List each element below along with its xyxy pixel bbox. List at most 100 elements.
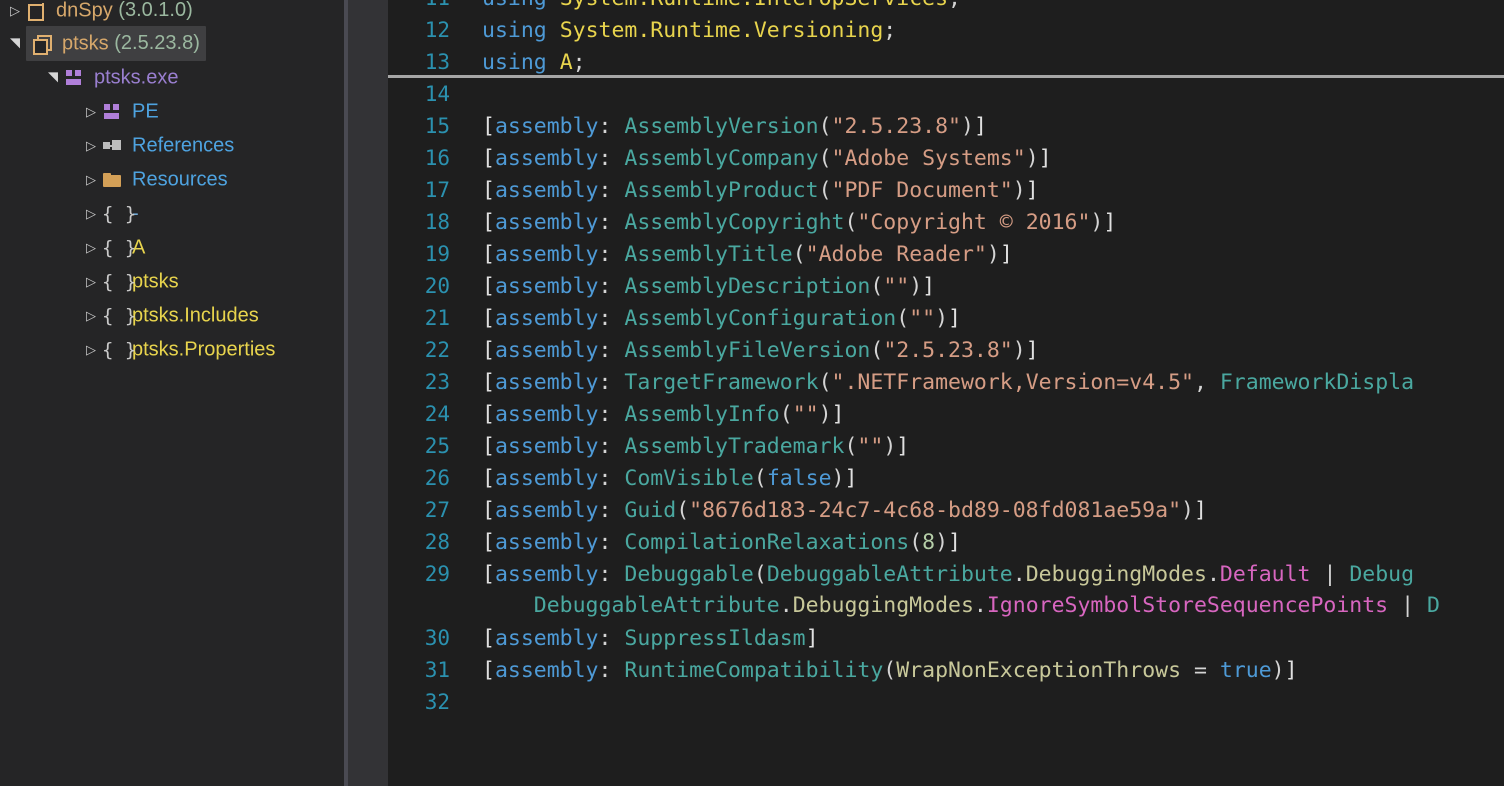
tree-item-ns-default[interactable]: { }- [0,196,344,230]
line-number: 16 [424,146,450,170]
line-number: 18 [424,210,450,234]
code-line[interactable]: 28 [assembly: CompilationRelaxations(8)] [388,526,1504,558]
code-line-text: DebuggableAttribute.DebuggingModes.Ignor… [533,593,1440,618]
line-number: 20 [424,274,450,298]
line-number: 28 [424,530,450,554]
code-line[interactable]: 30 [assembly: SuppressIldasm] [388,622,1504,654]
tree-item-version: (3.0.1.0) [118,0,193,21]
tree-item-label: References [132,134,235,157]
line-number: 22 [424,338,450,362]
code-line[interactable]: 31 [assembly: RuntimeCompatibility(WrapNo… [388,654,1504,686]
code-line[interactable]: 21 [assembly: AssemblyConfiguration("")] [388,302,1504,334]
module-icon [102,102,128,122]
code-line-text: [assembly: AssemblyTitle("Adobe Reader")… [482,242,1013,267]
code-line-text: [assembly: AssemblyDescription("")] [482,274,936,299]
code-line[interactable]: 22 [assembly: AssemblyFileVersion("2.5.23… [388,334,1504,366]
code-line[interactable]: 26 [assembly: ComVisible(false)] [388,462,1504,494]
line-number: 26 [424,466,450,490]
tree-item-pe[interactable]: PE [0,94,344,128]
code-line-wrapped[interactable]: DebuggableAttribute.DebuggingModes.Ignor… [388,590,1504,622]
line-number: 31 [424,658,450,682]
code-line-text: [assembly: AssemblyVersion("2.5.23.8")] [482,114,987,139]
line-number: 19 [424,242,450,266]
tree-item-references[interactable]: References [0,128,344,162]
tree-item-ns-a[interactable]: { }A [0,230,344,264]
tree-item-ptsks-exe-module[interactable]: ptsks.exe [0,60,344,94]
tree-scrollbar-thumb[interactable] [344,0,348,786]
tree-expander-dnspy-root[interactable] [4,1,26,21]
tree-item-selection: ptsks (2.5.23.8) [26,26,206,61]
namespace-icon: { } [102,270,137,293]
line-number: 15 [424,114,450,138]
editor-left-margin [348,0,388,786]
tree-item-dnspy-root[interactable]: dnSpy (3.0.1.0) [0,0,344,26]
namespace-icon: { } [102,236,137,259]
code-line[interactable]: 27 [assembly: Guid("8676d183-24c7-4c68-bd… [388,494,1504,526]
code-line-text: [assembly: AssemblyFileVersion("2.5.23.8… [482,338,1039,363]
code-line-text: [assembly: SuppressIldasm] [482,626,819,651]
tree-expander-ns-default[interactable] [80,197,102,231]
tree-item-ns-ptsks[interactable]: { }ptsks [0,264,344,298]
code-line-text: [assembly: Debuggable(DebuggableAttribut… [482,562,1415,587]
panel-splitter[interactable] [344,0,348,786]
tree-expander-ns-ptsks-includes[interactable] [80,299,102,333]
tree-expander-references[interactable] [80,129,102,163]
code-line-text: using A; [482,50,586,75]
code-line[interactable]: 12 using System.Runtime.Versioning; [388,14,1504,46]
tree-expander-ns-a[interactable] [80,231,102,265]
references-icon [102,136,128,156]
module-icon [64,68,90,88]
code-line[interactable]: 25 [assembly: AssemblyTrademark("")] [388,430,1504,462]
code-line-text: [assembly: AssemblyCompany("Adobe System… [482,146,1052,171]
tree-item-label: ptsks [62,32,109,55]
tree-expander-resources[interactable] [80,163,102,197]
code-line[interactable]: 19 [assembly: AssemblyTitle("Adobe Reader… [388,238,1504,270]
tree-item-label: Resources [132,168,228,191]
code-line[interactable]: 23 [assembly: TargetFramework(".NETFramew… [388,366,1504,398]
code-editor[interactable]: 11using System.Runtime.InteropServices;1… [388,0,1504,786]
code-line[interactable]: 18 [assembly: AssemblyCopyright("Copyrigh… [388,206,1504,238]
tree-expander-ptsks-exe-module[interactable] [42,61,64,95]
tree-expander-pe[interactable] [80,95,102,129]
namespace-icon: { } [102,202,137,225]
namespace-icon: { } [102,338,137,361]
code-line[interactable]: 15 [assembly: AssemblyVersion("2.5.23.8")… [388,110,1504,142]
code-line-text: using System.Runtime.Versioning; [482,18,897,43]
tree-item-version: (2.5.23.8) [114,32,200,54]
tree-expander-ptsks-assembly[interactable] [4,27,26,61]
tree-expander-ns-ptsks-properties[interactable] [80,333,102,367]
namespace-icon: { } [102,304,137,327]
code-line-text: [assembly: CompilationRelaxations(8)] [482,530,961,555]
line-number: 24 [424,402,450,426]
line-number: 13 [424,50,450,74]
tree-item-label: PE [132,100,159,123]
code-line-text: [assembly: RuntimeCompatibility(WrapNonE… [482,658,1298,683]
code-line-text: using System.Runtime.InteropServices; [482,0,961,11]
code-line[interactable]: 11 using System.Runtime.InteropServices; [388,0,1504,14]
tree-item-label: dnSpy [56,0,113,22]
code-line[interactable]: 29 [assembly: Debuggable(DebuggableAttrib… [388,558,1504,590]
tree-item-label: ptsks [132,270,179,293]
tree-item-ns-ptsks-properties[interactable]: { }ptsks.Properties [0,332,344,366]
code-line[interactable]: 20 [assembly: AssemblyDescription("")] [388,270,1504,302]
code-line-text: [assembly: ComVisible(false)] [482,466,858,491]
line-number: 32 [424,690,450,714]
line-number: 23 [424,370,450,394]
assembly-icon [32,34,58,55]
tree-item-resources[interactable]: Resources [0,162,344,196]
tree-item-label: ptsks.Includes [132,304,259,327]
dnspy-window: dnSpy (3.0.1.0)ptsks (2.5.23.8)ptsks.exe… [0,0,1504,786]
code-line[interactable]: 16 [assembly: AssemblyCompany("Adobe Syst… [388,142,1504,174]
folder-icon [102,170,128,190]
tree-expander-ns-ptsks[interactable] [80,265,102,299]
code-line[interactable]: 32 [388,686,1504,718]
tree-item-ns-ptsks-includes[interactable]: { }ptsks.Includes [0,298,344,332]
code-line-text: [assembly: Guid("8676d183-24c7-4c68-bd89… [482,498,1207,523]
assembly-explorer-panel[interactable]: dnSpy (3.0.1.0)ptsks (2.5.23.8)ptsks.exe… [0,0,344,786]
line-number: 11 [388,0,450,14]
code-line[interactable]: 17 [assembly: AssemblyProduct("PDF Docume… [388,174,1504,206]
tree-item-ptsks-assembly[interactable]: ptsks (2.5.23.8) [0,26,344,61]
code-line[interactable]: 13 using A; [388,46,1504,78]
code-line[interactable]: 24 [assembly: AssemblyInfo("")] [388,398,1504,430]
code-line[interactable]: 14 [388,78,1504,110]
